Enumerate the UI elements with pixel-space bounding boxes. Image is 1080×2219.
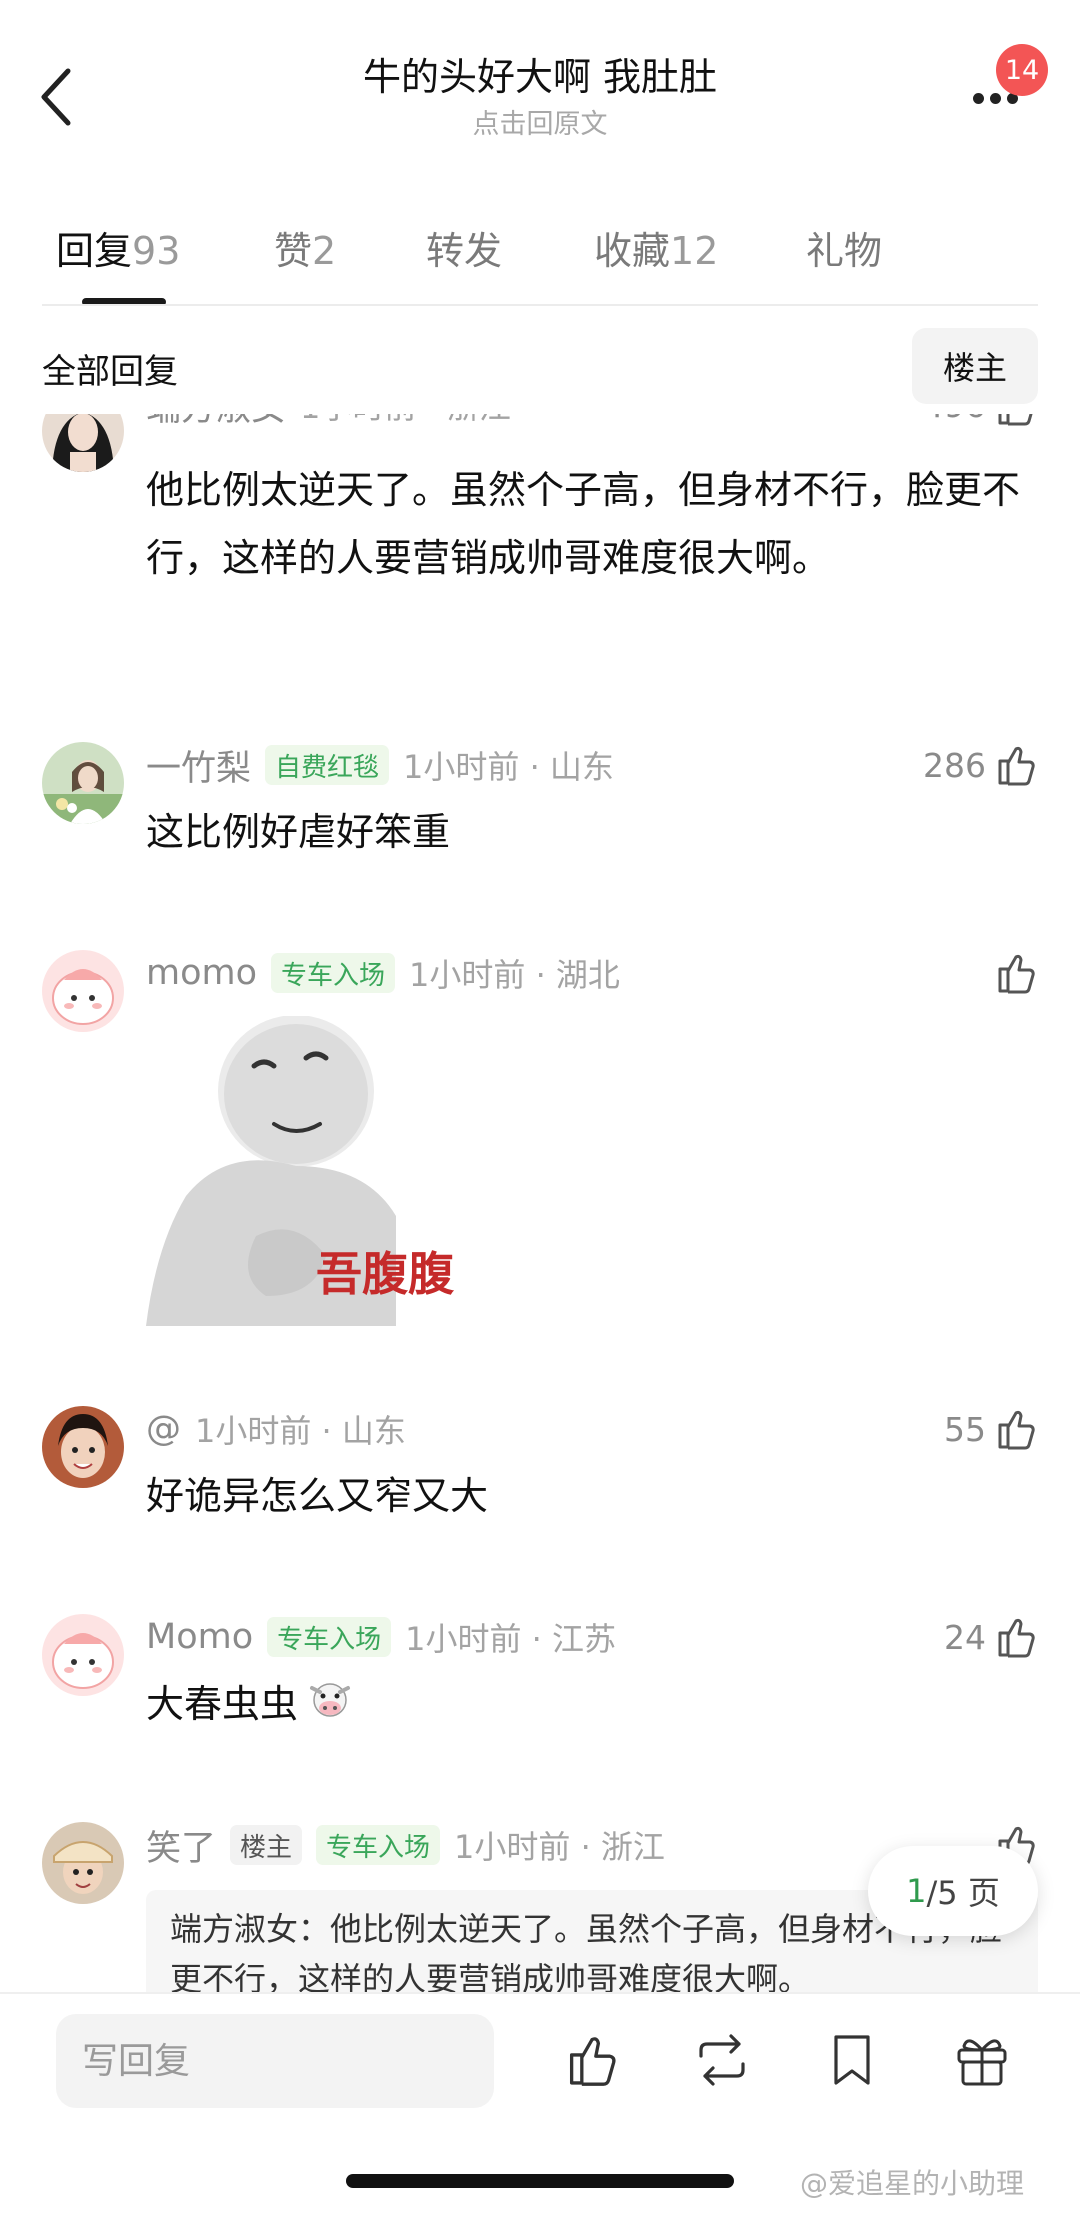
tab-label: 回复	[56, 229, 133, 273]
thumbs-up-icon	[569, 2037, 616, 2086]
watermark-text: @爱追星的小助理	[800, 2167, 1025, 2200]
tab-reposts[interactable]: 转发	[426, 220, 502, 275]
user-badge: 专车入场	[316, 1825, 441, 1865]
like-button[interactable]: 55	[944, 1404, 1038, 1454]
tab-label: 收藏	[594, 229, 671, 273]
user-badge: 专车入场	[267, 1617, 392, 1657]
comment-time: 1小时前 · 湖北	[409, 956, 620, 994]
more-dot	[989, 92, 1001, 104]
thumbs-up-icon	[998, 954, 1035, 994]
like-count: 55	[944, 1409, 986, 1449]
more-dot	[972, 92, 984, 104]
home-indicator	[346, 2174, 734, 2188]
back-to-original-link[interactable]: 点击回原文	[200, 106, 880, 144]
sticker-caption: 吾腹腹	[316, 1247, 454, 1301]
comment-text: 大春虫虫	[146, 1670, 1026, 1741]
tab-gifts[interactable]: 礼物	[806, 220, 882, 275]
avatar[interactable]	[42, 742, 124, 824]
thumbs-up-icon	[998, 746, 1035, 786]
page-indicator[interactable]: 1/5 页	[868, 1846, 1038, 1936]
like-button[interactable]	[994, 948, 1038, 998]
tab-label: 赞	[274, 229, 313, 273]
username[interactable]: 一竹梨	[146, 740, 251, 791]
owner-only-button[interactable]: 楼主	[912, 328, 1038, 404]
top-bar: 牛的头好大啊 我肚肚 点击回原文 14	[0, 0, 1080, 190]
comment-text: 这比例好虐好笨重	[146, 810, 451, 854]
comment-time: 1小时前 · 浙江	[454, 1828, 665, 1866]
comment-text: 好诡异怎么又窄又大	[146, 1474, 489, 1518]
comment-time: 1小时前 · 江苏	[405, 1620, 617, 1658]
cow-emoji-icon	[306, 1673, 354, 1741]
avatar[interactable]	[42, 1406, 124, 1488]
user-badge: 自费红毯	[265, 745, 390, 785]
like-post-button[interactable]	[560, 2028, 624, 2092]
owner-badge: 楼主	[230, 1825, 303, 1865]
tab-replies[interactable]: 回复93	[56, 220, 180, 275]
comment-time: 1小时前 · 山东	[403, 748, 614, 786]
comment-text-content: 大春虫虫	[146, 1682, 299, 1726]
like-count: 286	[923, 745, 986, 785]
repost-icon	[699, 2034, 745, 2086]
title-area[interactable]: 牛的头好大啊 我肚肚 点击回原文	[200, 52, 880, 144]
username[interactable]: Momo	[146, 1617, 253, 1657]
thumbs-up-icon	[998, 1410, 1035, 1450]
tab-label: 转发	[426, 229, 503, 273]
current-page: 1	[906, 1872, 927, 1910]
avatar[interactable]	[42, 1614, 124, 1696]
sticker-image[interactable]: 吾腹腹	[146, 1015, 536, 1326]
back-button[interactable]	[38, 62, 88, 132]
thumbs-up-icon	[998, 1618, 1035, 1658]
post-title: 牛的头好大啊 我肚肚	[362, 55, 718, 99]
total-pages: /5 页	[926, 1874, 1000, 1912]
gift-icon	[957, 2039, 1007, 2086]
chevron-left-icon	[41, 68, 71, 126]
notification-badge: 14	[996, 44, 1048, 96]
username[interactable]: 笑了	[146, 1820, 216, 1871]
filter-row: 全部回复 楼主	[0, 306, 1080, 414]
tab-favorites[interactable]: 收藏12	[594, 220, 718, 275]
avatar[interactable]	[42, 1822, 124, 1904]
repost-button[interactable]	[690, 2028, 754, 2092]
comment-meta: 一竹梨 自费红毯 1小时前 · 山东	[146, 740, 614, 790]
tab-count: 12	[670, 229, 719, 273]
reply-input[interactable]	[56, 2014, 494, 2108]
tab-count: 93	[132, 229, 181, 273]
username[interactable]: momo	[146, 953, 257, 993]
gift-button[interactable]	[950, 2028, 1014, 2092]
comment-meta: @ 1小时前 · 山东	[146, 1404, 406, 1454]
tab-label: 礼物	[806, 229, 883, 273]
tab-likes[interactable]: 赞2	[274, 220, 336, 275]
like-button[interactable]: 24	[944, 1612, 1038, 1662]
avatar[interactable]	[42, 950, 124, 1032]
favorite-button[interactable]	[820, 2028, 884, 2092]
username[interactable]: @	[146, 1409, 181, 1449]
user-badge: 专车入场	[271, 953, 396, 993]
comment-meta: Momo 专车入场 1小时前 · 江苏	[146, 1612, 616, 1662]
bottom-action-bar: @爱追星的小助理	[0, 1992, 1080, 2219]
like-button[interactable]: 286	[923, 740, 1038, 790]
comment-meta: 笑了 楼主 专车入场 1小时前 · 浙江	[146, 1820, 665, 1870]
tab-bar: 回复93 赞2 转发 收藏12 礼物	[0, 200, 1080, 310]
like-count: 24	[944, 1617, 986, 1657]
comment-text: 他比例太逆天了。虽然个子高，但身材不行，脸更不行，这样的人要营销成帅哥难度很大啊…	[146, 468, 1021, 580]
comment-time: 1小时前 · 山东	[195, 1412, 406, 1450]
comment-meta: momo 专车入场 1小时前 · 湖北	[146, 948, 620, 998]
tab-count: 2	[312, 229, 337, 273]
bookmark-icon	[834, 2035, 870, 2085]
all-replies-label[interactable]: 全部回复	[42, 344, 178, 393]
